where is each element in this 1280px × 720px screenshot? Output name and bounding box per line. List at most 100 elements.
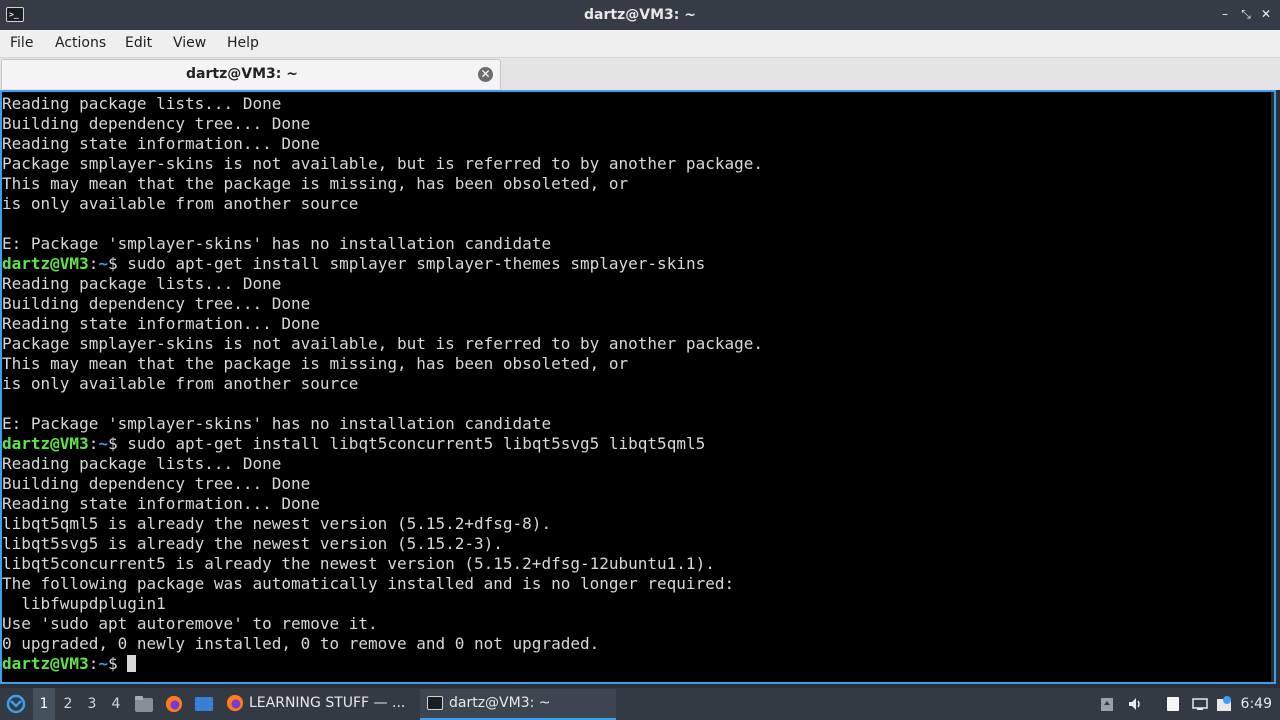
workspace-3[interactable]: 3	[81, 688, 103, 720]
prompt-symbol: $	[107, 654, 128, 673]
terminal-output-line: libqt5concurrent5 is already the newest …	[2, 554, 1274, 574]
line-text: E: Package 'smplayer-skins' has no insta…	[2, 234, 552, 253]
terminal-output-line: Building dependency tree... Done	[2, 294, 1274, 314]
workspace-1[interactable]: 1	[33, 688, 55, 720]
line-text: The following package was automatically …	[2, 574, 735, 593]
line-text: libqt5qml5 is already the newest version…	[2, 514, 552, 533]
terminal-output-line: Reading state information... Done	[2, 494, 1274, 514]
prompt-user: dartz@VM3	[2, 434, 89, 453]
menu-file[interactable]: File	[10, 30, 33, 57]
line-text: libfwupdplugin1	[2, 594, 166, 613]
terminal-icon	[427, 696, 443, 710]
notes-icon[interactable]	[1165, 696, 1181, 712]
tab-terminal[interactable]: dartz@VM3: ~ ✕	[1, 59, 501, 89]
line-text: Building dependency tree... Done	[2, 114, 311, 133]
window-titlebar[interactable]: >_ dartz@VM3: ~ – ⤡ ✕	[0, 0, 1280, 30]
task-terminal[interactable]: dartz@VM3: ~	[420, 689, 616, 720]
terminal-output-line: Package smplayer-skins is not available,…	[2, 334, 1274, 354]
terminal-prompt-line: dartz@VM3:~$	[2, 654, 1274, 674]
terminal-output-line: Use 'sudo apt autoremove' to remove it.	[2, 614, 1274, 634]
line-text: Reading state information... Done	[2, 134, 320, 153]
line-text: is only available from another source	[2, 194, 359, 213]
terminal-output-line: The following package was automatically …	[2, 574, 1274, 594]
terminal-output-line: This may mean that the package is missin…	[2, 174, 1274, 194]
prompt-separator: :	[88, 254, 99, 273]
terminal-scrollbar[interactable]	[1271, 92, 1274, 682]
tab-label: dartz@VM3: ~	[186, 66, 298, 82]
prompt-path: ~	[98, 254, 108, 273]
task-label: LEARNING STUFF — ...	[249, 695, 406, 711]
task-firefox[interactable]: LEARNING STUFF — ...	[222, 689, 412, 718]
terminal-output: Reading package lists... Done Building de…	[2, 94, 1274, 674]
prompt-path: ~	[98, 654, 108, 673]
desktop-icon[interactable]	[194, 695, 214, 713]
terminal-output-line: E: Package 'smplayer-skins' has no insta…	[2, 234, 1274, 254]
terminal-output-line: is only available from another source	[2, 194, 1274, 214]
minimize-button[interactable]: –	[1217, 6, 1233, 22]
line-text: Reading package lists... Done	[2, 274, 282, 293]
firefox-icon	[226, 694, 244, 712]
menu-actions[interactable]: Actions	[55, 30, 106, 57]
menu-view[interactable]: View	[173, 30, 206, 57]
terminal-output-line: Reading state information... Done	[2, 314, 1274, 334]
prompt-user: dartz@VM3	[2, 654, 89, 673]
line-text: Package smplayer-skins is not available,…	[2, 154, 763, 173]
network-icon[interactable]	[1192, 696, 1208, 712]
prompt-symbol: $	[107, 254, 128, 273]
line-text: Reading state information... Done	[2, 314, 320, 333]
terminal-output-line: Reading package lists... Done	[2, 454, 1274, 474]
line-text: This may mean that the package is missin…	[2, 174, 629, 193]
terminal-output-line: libfwupdplugin1	[2, 594, 1274, 614]
prompt-symbol: $	[107, 434, 128, 453]
workspace-2[interactable]: 2	[57, 688, 79, 720]
terminal-output-line: 0 upgraded, 0 newly installed, 0 to remo…	[2, 634, 1274, 654]
line-text: Reading package lists... Done	[2, 454, 282, 473]
line-text: Reading package lists... Done	[2, 94, 282, 113]
firefox-icon[interactable]	[164, 695, 184, 713]
menu-bar: File Actions Edit View Help	[0, 30, 1280, 58]
line-text: 0 upgraded, 0 newly installed, 0 to remo…	[2, 634, 600, 653]
taskbar: 1 2 3 4 LEARNING STUFF — ... dartz@VM3: …	[0, 688, 1280, 720]
tab-close-icon[interactable]: ✕	[478, 67, 493, 82]
line-text: Building dependency tree... Done	[2, 294, 311, 313]
line-text: Package smplayer-skins is not available,…	[2, 334, 763, 353]
workspace-4[interactable]: 4	[105, 688, 127, 720]
menu-edit[interactable]: Edit	[125, 30, 152, 57]
prompt-separator: :	[88, 654, 99, 673]
maximize-button[interactable]: ⤡	[1238, 6, 1254, 22]
prompt-path: ~	[98, 434, 108, 453]
window-title: dartz@VM3: ~	[584, 7, 696, 23]
start-menu-icon[interactable]	[5, 694, 27, 714]
text-cursor	[127, 655, 137, 672]
file-manager-icon[interactable]	[134, 695, 154, 713]
line-text: sudo apt-get install libqt5concurrent5 l…	[127, 434, 706, 453]
terminal-output-line: libqt5qml5 is already the newest version…	[2, 514, 1274, 534]
terminal-output-line: Package smplayer-skins is not available,…	[2, 154, 1274, 174]
terminal-output-line: E: Package 'smplayer-skins' has no insta…	[2, 414, 1274, 434]
update-notifier-icon[interactable]	[1216, 696, 1232, 712]
terminal-output-line: Building dependency tree... Done	[2, 474, 1274, 494]
line-text: Reading state information... Done	[2, 494, 320, 513]
line-text: Use 'sudo apt autoremove' to remove it.	[2, 614, 378, 633]
close-button[interactable]: ✕	[1258, 6, 1274, 22]
line-text: libqt5concurrent5 is already the newest …	[2, 554, 715, 573]
terminal-output-line: Reading package lists... Done	[2, 94, 1274, 114]
prompt-user: dartz@VM3	[2, 254, 89, 273]
line-text: sudo apt-get install smplayer smplayer-t…	[127, 254, 706, 273]
terminal-view[interactable]: Reading package lists... Done Building de…	[0, 90, 1276, 684]
line-text: Building dependency tree... Done	[2, 474, 311, 493]
terminal-prompt-line: dartz@VM3:~$ sudo apt-get install libqt5…	[2, 434, 1274, 454]
clipboard-icon[interactable]	[1099, 696, 1115, 712]
prompt-separator: :	[88, 434, 99, 453]
terminal-output-line: Building dependency tree... Done	[2, 114, 1274, 134]
terminal-output-line: libqt5svg5 is already the newest version…	[2, 534, 1274, 554]
menu-help[interactable]: Help	[227, 30, 259, 57]
volume-icon[interactable]	[1127, 696, 1143, 712]
terminal-output-line: Reading state information... Done	[2, 134, 1274, 154]
clock[interactable]: 6:49	[1241, 688, 1272, 720]
terminal-output-line: Reading package lists... Done	[2, 274, 1274, 294]
line-text: libqt5svg5 is already the newest version…	[2, 534, 503, 553]
line-text: is only available from another source	[2, 374, 359, 393]
